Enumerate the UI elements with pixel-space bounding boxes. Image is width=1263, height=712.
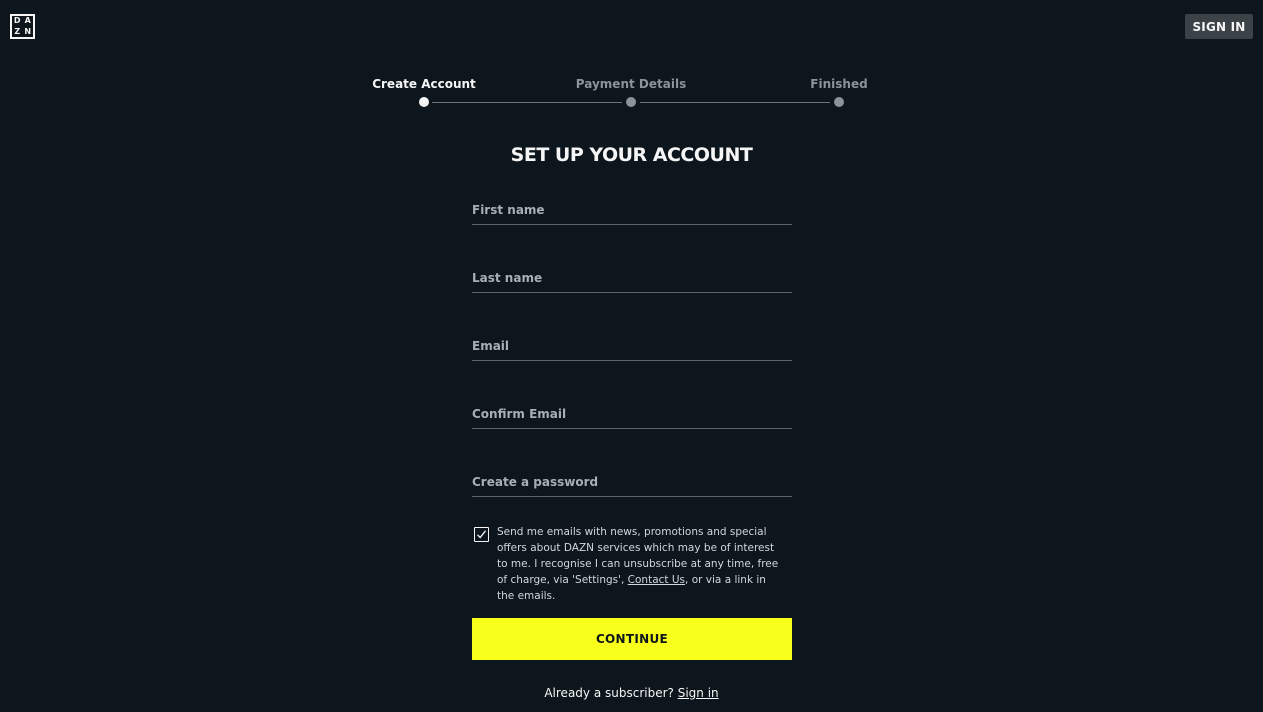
confirm-email-input[interactable] [472,398,792,428]
first-name-field [472,194,792,225]
first-name-input[interactable] [472,194,792,224]
last-name-input[interactable] [472,262,792,292]
step-label-payment-details: Payment Details [575,77,687,91]
step-connector [432,101,622,103]
email-input[interactable] [472,330,792,360]
step-dot-payment-details [626,97,636,107]
step-label-finished: Finished [810,77,868,91]
checkmark-icon [477,530,487,539]
step-label-create-account: Create Account [372,77,476,91]
contact-us-link[interactable]: Contact Us [628,574,685,586]
marketing-consent-checkbox[interactable] [474,527,489,542]
continue-button[interactable]: CONTINUE [472,618,792,660]
step-dot-create-account [419,97,429,107]
marketing-consent-text: Send me emails with news, promotions and… [497,524,782,604]
already-subscriber-text: Already a subscriber? [544,686,678,700]
step-connector [640,101,830,103]
password-input[interactable] [472,466,792,496]
already-subscriber: Already a subscriber? Sign in [0,686,1263,700]
email-field [472,330,792,361]
signup-page: D A Z N SIGN IN Create Account Payment D… [0,0,1263,712]
step-dot-finished [834,97,844,107]
sign-in-link[interactable]: Sign in [678,686,719,700]
progress-stepper: Create Account Payment Details Finished [0,0,1263,120]
last-name-field [472,262,792,293]
page-title: SET UP YOUR ACCOUNT [510,144,753,166]
confirm-email-field [472,398,792,429]
password-field [472,466,792,497]
